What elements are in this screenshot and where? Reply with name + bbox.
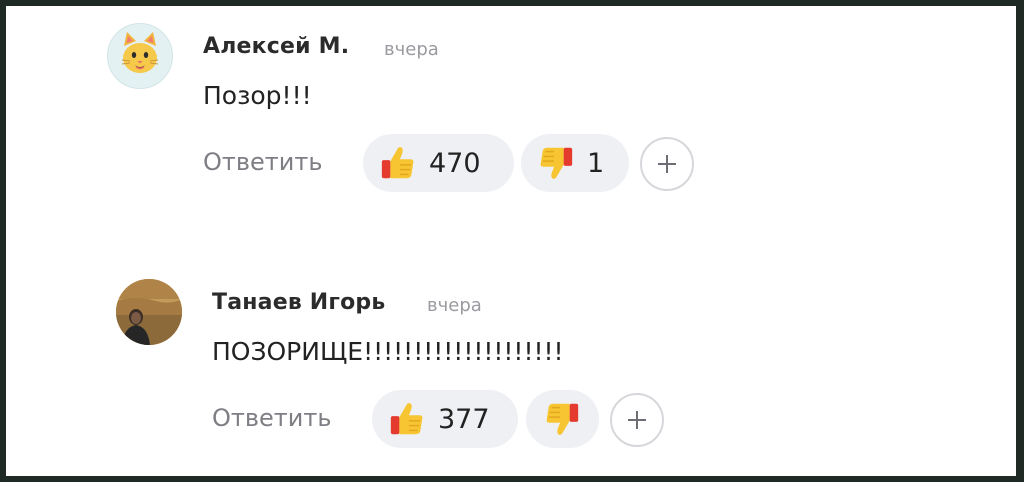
thumbs-up-icon	[390, 403, 423, 435]
add-reaction-button[interactable]	[640, 137, 694, 191]
thumbs-down-icon	[540, 147, 573, 179]
avatar[interactable]	[116, 279, 182, 345]
dislike-button[interactable]	[526, 390, 599, 448]
reply-button[interactable]: Ответить	[203, 148, 322, 176]
dislike-count: 1	[587, 147, 605, 179]
like-count: 377	[438, 403, 490, 435]
thumbs-down-icon	[546, 403, 579, 435]
author-name[interactable]: Алексей М.	[203, 34, 349, 59]
comments-panel: Алексей М. вчера Позор!!! Ответить 470 1	[6, 6, 1016, 476]
cat-face-icon	[121, 32, 159, 73]
comment-text: Позор!!!	[203, 81, 312, 110]
like-button[interactable]: 377	[372, 390, 518, 448]
author-name[interactable]: Танаев Игорь	[212, 290, 385, 315]
avatar[interactable]	[107, 23, 173, 89]
user-photo	[116, 279, 182, 345]
comment-date: вчера	[384, 39, 439, 60]
thumbs-up-icon	[381, 147, 414, 179]
comment-date: вчера	[427, 295, 482, 316]
like-count: 470	[429, 147, 481, 179]
reply-button[interactable]: Ответить	[212, 404, 331, 432]
add-reaction-button[interactable]	[610, 393, 664, 447]
dislike-button[interactable]: 1	[521, 134, 629, 192]
like-button[interactable]: 470	[363, 134, 514, 192]
comment-text: ПОЗОРИЩЕ!!!!!!!!!!!!!!!!!!!!	[212, 337, 564, 366]
